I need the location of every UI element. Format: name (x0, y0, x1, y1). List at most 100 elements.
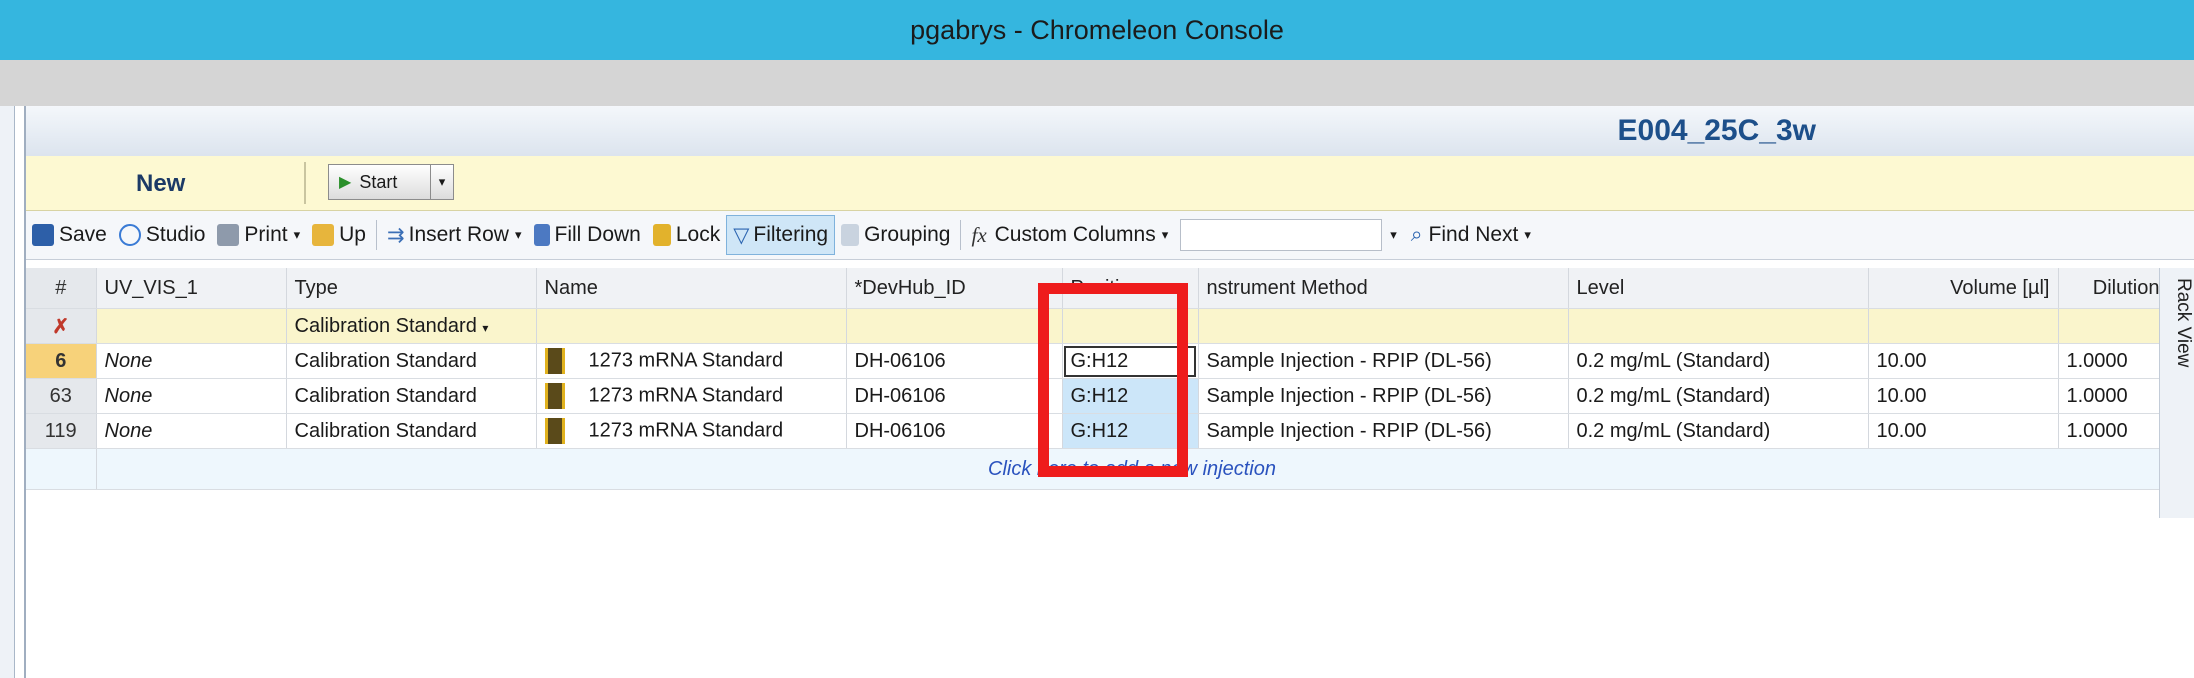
studio-button[interactable]: Studio (113, 216, 212, 254)
column-header-position[interactable]: Position (1062, 268, 1199, 309)
name-value: 1273 mRNA Standard (588, 349, 784, 372)
find-next-label: Find Next (1428, 223, 1519, 246)
find-next-dropdown-icon[interactable]: ▾ (1524, 227, 1531, 243)
dilution-cell[interactable]: 1.0000 (2058, 413, 2169, 449)
filtering-label: Filtering (753, 223, 829, 246)
filter-cell[interactable] (1568, 308, 1869, 344)
name-cell[interactable]: 1273 mRNA Standard (536, 343, 847, 379)
volume-cell[interactable]: 10.00 (1868, 343, 2059, 379)
type-cell[interactable]: Calibration Standard (286, 378, 537, 414)
print-label: Print (244, 223, 288, 246)
column-header-uv-vis[interactable]: UV_VIS_1 (96, 268, 287, 309)
print-dropdown-icon[interactable]: ▾ (294, 227, 301, 243)
add-injection-link[interactable]: Click here to add a new injection (96, 448, 2169, 490)
new-button[interactable]: New (136, 170, 185, 198)
grouping-button[interactable]: Grouping (835, 216, 956, 254)
filter-cell[interactable] (96, 308, 287, 344)
find-dropdown-icon[interactable]: ▾ (1390, 227, 1397, 243)
instrument-method-cell[interactable]: Sample Injection - RPIP (DL-56) (1198, 413, 1569, 449)
sequence-title: E004_25C_3w (1617, 114, 1817, 147)
filter-cell[interactable] (2058, 308, 2169, 344)
custom-columns-label: Custom Columns (994, 223, 1156, 246)
uv-vis-cell[interactable]: None (96, 343, 287, 379)
name-cell[interactable]: 1273 mRNA Standard (536, 378, 847, 414)
filter-cell[interactable] (1868, 308, 2059, 344)
level-cell[interactable]: 0.2 mg/mL (Standard) (1568, 413, 1869, 449)
dilution-cell[interactable]: 1.0000 (2058, 378, 2169, 414)
row-number[interactable]: 119 (26, 413, 97, 449)
fill-down-button[interactable]: Fill Down (528, 216, 647, 254)
instrument-method-cell[interactable]: Sample Injection - RPIP (DL-56) (1198, 343, 1569, 379)
filter-cell[interactable] (1198, 308, 1569, 344)
column-header-dilution[interactable]: Dilution (2058, 268, 2169, 309)
navigation-pane-edge[interactable] (0, 106, 15, 678)
volume-cell[interactable]: 10.00 (1868, 413, 2059, 449)
level-cell[interactable]: 0.2 mg/mL (Standard) (1568, 343, 1869, 379)
column-header-devhub-id[interactable]: *DevHub_ID (846, 268, 1063, 309)
lock-button[interactable]: Lock (647, 216, 726, 254)
filtering-button[interactable]: ▽ Filtering (726, 215, 836, 255)
dilution-cell[interactable]: 1.0000 (2058, 343, 2169, 379)
position-cell[interactable]: G:H12 (1062, 413, 1199, 449)
type-cell[interactable]: Calibration Standard (286, 413, 537, 449)
uv-vis-cell[interactable]: None (96, 378, 287, 414)
insert-row-button[interactable]: ⇉ Insert Row ▾ (381, 216, 528, 254)
position-cell[interactable]: G:H12 (1062, 378, 1199, 414)
insert-row-label: Insert Row (408, 223, 509, 246)
window-title-bar: pgabrys - Chromeleon Console (0, 0, 2194, 60)
start-dropdown-icon[interactable]: ▾ (430, 165, 453, 199)
start-label: Start (359, 171, 398, 192)
column-header-number[interactable]: # (26, 268, 97, 309)
type-cell[interactable]: Calibration Standard (286, 343, 537, 379)
name-value: 1273 mRNA Standard (588, 384, 784, 407)
row-number (26, 448, 97, 490)
up-button[interactable]: Up (306, 216, 372, 254)
clear-filter-icon[interactable]: ✗ (26, 308, 97, 344)
filter-type-value: Calibration Standard (294, 314, 477, 337)
filter-dropdown-icon[interactable]: ▾ (482, 321, 488, 335)
play-icon: ▶ (339, 174, 352, 191)
name-value: 1273 mRNA Standard (588, 419, 784, 442)
lock-icon (652, 224, 671, 246)
start-button[interactable]: ▶ Start ▾ (328, 164, 454, 200)
save-label: Save (59, 223, 107, 246)
level-cell[interactable]: 0.2 mg/mL (Standard) (1568, 378, 1869, 414)
save-button[interactable]: Save (26, 216, 113, 254)
table-row[interactable]: 119 None Calibration Standard 1273 mRNA … (26, 413, 2169, 449)
devhub-id-cell[interactable]: DH-06106 (846, 378, 1063, 414)
filter-cell-type[interactable]: Calibration Standard ▾ (286, 308, 537, 344)
insert-row-dropdown-icon[interactable]: ▾ (515, 227, 522, 243)
instrument-method-cell[interactable]: Sample Injection - RPIP (DL-56) (1198, 378, 1569, 414)
filter-cell[interactable] (536, 308, 847, 344)
print-button[interactable]: Print ▾ (211, 216, 306, 254)
filter-cell[interactable] (1062, 308, 1199, 344)
name-cell[interactable]: 1273 mRNA Standard (536, 413, 847, 449)
row-number[interactable]: 63 (26, 378, 97, 414)
filter-icon: ▽ (733, 223, 750, 247)
column-header-type[interactable]: Type (286, 268, 537, 309)
find-input[interactable] (1180, 219, 1383, 251)
add-injection-row[interactable]: Click here to add a new injection (26, 448, 2169, 490)
column-header-name[interactable]: Name (536, 268, 847, 309)
row-number[interactable]: 6 (26, 343, 97, 379)
folder-up-icon (312, 224, 335, 246)
table-row[interactable]: 63 None Calibration Standard 1273 mRNA S… (26, 378, 2169, 414)
devhub-id-cell[interactable]: DH-06106 (846, 343, 1063, 379)
table-row[interactable]: 6 None Calibration Standard 1273 mRNA St… (26, 343, 2169, 379)
column-header-instrument-method[interactable]: nstrument Method (1198, 268, 1569, 309)
action-separator (304, 162, 306, 204)
rack-view-tab[interactable]: Rack View (2159, 268, 2194, 518)
studio-icon (118, 224, 141, 246)
find-next-button[interactable]: ⌕ Find Next ▾ (1405, 216, 1537, 254)
column-header-level[interactable]: Level (1568, 268, 1869, 309)
filter-cell[interactable] (846, 308, 1063, 344)
position-cell[interactable]: G:H12 (1062, 343, 1199, 379)
custom-columns-button[interactable]: fx Custom Columns ▾ (965, 216, 1174, 254)
standard-icon (544, 348, 565, 374)
toolbar-separator (960, 220, 962, 250)
devhub-id-cell[interactable]: DH-06106 (846, 413, 1063, 449)
column-header-volume[interactable]: Volume [µl] (1868, 268, 2059, 309)
custom-columns-dropdown-icon[interactable]: ▾ (1162, 227, 1169, 243)
uv-vis-cell[interactable]: None (96, 413, 287, 449)
volume-cell[interactable]: 10.00 (1868, 378, 2059, 414)
